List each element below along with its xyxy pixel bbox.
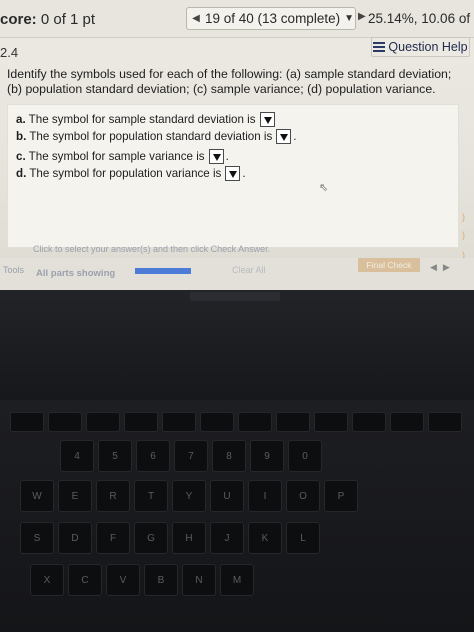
- part-text: The symbol for sample standard deviation…: [28, 113, 256, 126]
- part-c: c. The symbol for sample variance is .: [16, 149, 229, 164]
- screen: core: 0 of 1 pt ◀ 19 of 40 (13 complete)…: [0, 0, 474, 290]
- keyboard-key: 7: [174, 440, 208, 472]
- homework-score: 25.14%, 10.06 of 4: [368, 11, 474, 26]
- function-key: [238, 412, 272, 432]
- keyboard-key: X: [30, 564, 64, 596]
- keyboard-key: P: [324, 480, 358, 512]
- function-key: [200, 412, 234, 432]
- list-icon: [373, 42, 386, 52]
- keyboard-key: W: [20, 480, 54, 512]
- function-key: [86, 412, 120, 432]
- keyboard-key: L: [286, 522, 320, 554]
- keyboard-key: H: [172, 522, 206, 554]
- question-help-label: Question Help: [388, 40, 468, 54]
- keyboard-key: 8: [212, 440, 246, 472]
- keyboard-key: S: [20, 522, 54, 554]
- top-bar: core: 0 of 1 pt ◀ 19 of 40 (13 complete)…: [0, 0, 474, 38]
- part-text: The symbol for sample variance is: [28, 150, 205, 163]
- part-letter: c.: [16, 150, 26, 163]
- part-suffix: .: [225, 150, 229, 163]
- keyboard-key: G: [134, 522, 168, 554]
- part-d: d. The symbol for population variance is…: [16, 166, 246, 181]
- laptop-bezel: [0, 290, 474, 400]
- part-nav-arrows[interactable]: ◀▶: [430, 262, 456, 273]
- part-b: b. The symbol for population standard de…: [16, 129, 297, 144]
- keyboard-key: C: [68, 564, 102, 596]
- function-key: [48, 412, 82, 432]
- chevron-down-icon[interactable]: ▼: [344, 13, 354, 24]
- part-suffix: .: [293, 130, 297, 143]
- function-key: [276, 412, 310, 432]
- symbol-dropdown-c[interactable]: [208, 149, 224, 164]
- keyboard-key: 5: [98, 440, 132, 472]
- question-help-button[interactable]: Question Help: [371, 37, 470, 57]
- function-key: [314, 412, 348, 432]
- part-letter: d.: [16, 167, 27, 180]
- keyboard-key: 0: [288, 440, 322, 472]
- parts-progress-bar: [135, 268, 191, 274]
- keyboard-key: D: [58, 522, 92, 554]
- edge-marker-icon: ): [462, 212, 465, 222]
- keyboard-key: M: [220, 564, 254, 596]
- part-a: a. The symbol for sample standard deviat…: [16, 112, 277, 127]
- keyboard-key: 9: [250, 440, 284, 472]
- keyboard: 4567890 WERTYUIOP SDFGHJKL XCVBNM: [0, 400, 474, 632]
- keyboard-key: 6: [136, 440, 170, 472]
- final-check-button[interactable]: Final Check: [358, 258, 420, 272]
- part-letter: a.: [16, 113, 26, 126]
- keyboard-key: I: [248, 480, 282, 512]
- keyboard-key: J: [210, 522, 244, 554]
- function-key: [10, 412, 44, 432]
- keyboard-key: Y: [172, 480, 206, 512]
- instructions-text: Click to select your answer(s) and then …: [33, 244, 271, 254]
- function-key: [390, 412, 424, 432]
- question-nav-label: 19 of 40 (13 complete): [205, 11, 341, 26]
- keyboard-key: E: [58, 480, 92, 512]
- section-number: 2.4: [0, 45, 19, 60]
- part-text: The symbol for population standard devia…: [29, 130, 273, 143]
- clear-all-button[interactable]: Clear All: [232, 265, 266, 275]
- keyboard-key: N: [182, 564, 216, 596]
- function-key: [352, 412, 386, 432]
- edge-marker-icon: ): [462, 230, 465, 240]
- keyboard-key: B: [144, 564, 178, 596]
- symbol-dropdown-a[interactable]: [259, 112, 275, 127]
- keyboard-key: T: [134, 480, 168, 512]
- mouse-pointer-icon: ⇖: [319, 182, 329, 194]
- keyboard-key: V: [106, 564, 140, 596]
- part-text: The symbol for population variance is: [29, 167, 222, 180]
- keyboard-key: 4: [60, 440, 94, 472]
- score-value: 0 of 1 pt: [40, 11, 96, 28]
- part-suffix: .: [242, 167, 246, 180]
- previous-question-icon[interactable]: ◀: [187, 13, 205, 24]
- laptop-hinge: [190, 292, 280, 301]
- keyboard-key: F: [96, 522, 130, 554]
- parts-progress-fill: [135, 268, 191, 274]
- score-label: core:: [0, 11, 37, 28]
- parts-showing-label: All parts showing: [36, 268, 116, 279]
- symbol-dropdown-b[interactable]: [276, 129, 292, 144]
- keyboard-key: R: [96, 480, 130, 512]
- function-key: [428, 412, 462, 432]
- keyboard-key: O: [286, 480, 320, 512]
- part-letter: b.: [16, 130, 27, 143]
- question-navigator[interactable]: ◀ 19 of 40 (13 complete) ▼: [186, 7, 356, 30]
- tools-button[interactable]: Tools: [3, 265, 24, 275]
- symbol-dropdown-d[interactable]: [225, 166, 241, 181]
- keyboard-key: K: [248, 522, 282, 554]
- answer-panel: a. The symbol for sample standard deviat…: [7, 104, 459, 248]
- question-prompt: Identify the symbols used for each of th…: [7, 67, 452, 96]
- keyboard-key: U: [210, 480, 244, 512]
- function-key: [162, 412, 196, 432]
- function-key: [124, 412, 158, 432]
- score-display: core: 0 of 1 pt: [0, 11, 95, 28]
